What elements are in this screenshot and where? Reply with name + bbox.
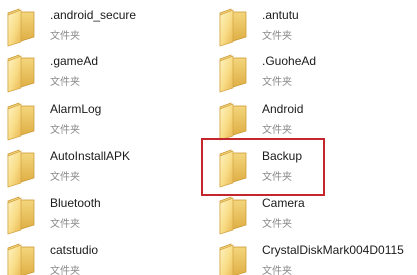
folder-type: 文件夹 [50,125,80,136]
folder-name: CrystalDiskMark004D0115 [262,243,404,257]
folder-name: Camera [262,196,305,210]
folder-type: 文件夹 [50,219,80,230]
folder-type: 文件夹 [262,31,292,42]
folder-icon [7,8,35,47]
folder-item[interactable]: .GuoheAd 文件夹 [216,51,417,95]
folder-type: 文件夹 [262,219,292,230]
folder-icon [7,149,35,188]
folder-item[interactable]: CrystalDiskMark004D0115 文件夹 [216,240,417,275]
folder-item[interactable]: Camera 文件夹 [216,193,417,237]
folder-name: .android_secure [50,8,137,22]
folder-icon [7,243,35,275]
folder-name: .antutu [262,8,299,22]
folder-icon [7,196,35,235]
folder-type: 文件夹 [50,172,80,183]
folder-item[interactable]: catstudio 文件夹 [4,240,209,275]
folder-type: 文件夹 [262,266,292,275]
folder-view: .android_secure 文件夹 .gameAd 文件夹 AlarmLog… [0,0,417,275]
folder-item[interactable]: AlarmLog 文件夹 [4,99,209,143]
folder-item[interactable]: AutoInstallAPK 文件夹 [4,146,209,190]
folder-icon [219,8,247,47]
folder-item[interactable]: Bluetooth 文件夹 [4,193,209,237]
folder-type: 文件夹 [262,77,292,88]
highlight-box [201,138,325,196]
folder-type: 文件夹 [262,125,292,136]
folder-name: AlarmLog [50,102,102,116]
folder-item[interactable]: .gameAd 文件夹 [4,51,209,95]
folder-name: .gameAd [50,54,99,68]
folder-item[interactable]: Android 文件夹 [216,99,417,143]
folder-name: Bluetooth [50,196,101,210]
folder-icon [219,196,247,235]
folder-name: .GuoheAd [262,54,317,68]
folder-item[interactable]: .android_secure 文件夹 [4,5,209,49]
folder-name: AutoInstallAPK [50,149,131,163]
folder-icon [219,243,247,275]
folder-name: Android [262,102,304,116]
folder-name: catstudio [50,243,99,257]
folder-type: 文件夹 [50,31,80,42]
folder-item[interactable]: .antutu 文件夹 [216,5,417,49]
folder-icon [7,102,35,141]
folder-icon [219,54,247,93]
folder-icon [219,102,247,141]
folder-icon [7,54,35,93]
folder-type: 文件夹 [50,77,80,88]
folder-type: 文件夹 [50,266,80,275]
